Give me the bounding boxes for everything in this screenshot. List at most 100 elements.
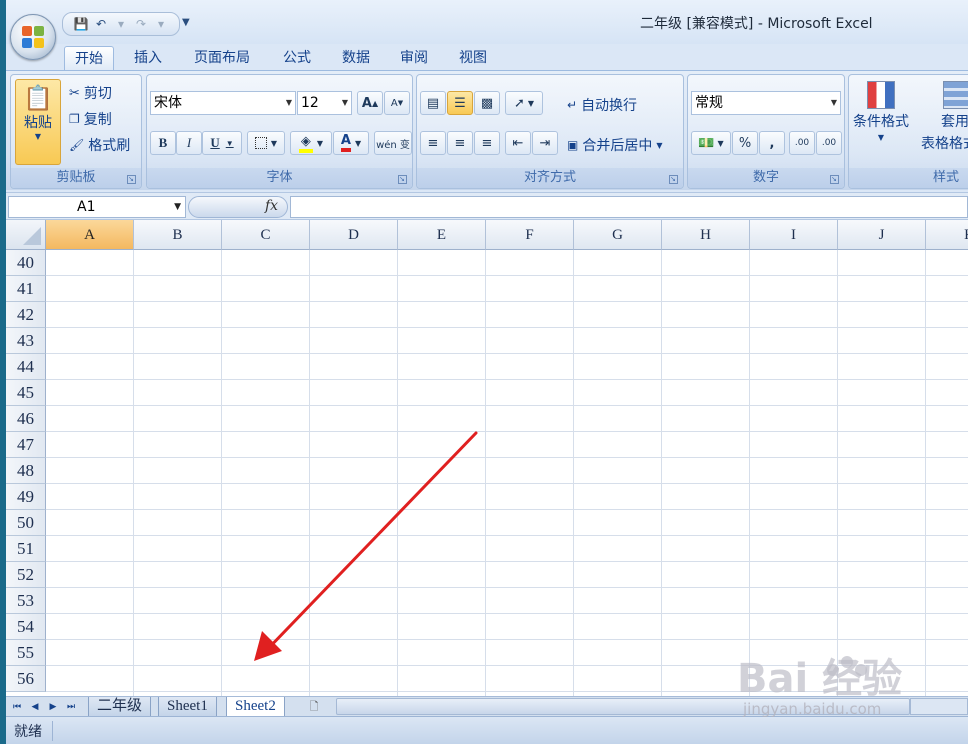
shrink-font-button[interactable]: A ▼ [384, 91, 410, 115]
tab-insert[interactable]: 插入 [124, 46, 172, 70]
merge-center-label: 合并后居中 [582, 138, 653, 154]
insert-function-icon[interactable]: fx [265, 198, 278, 214]
insert-sheet-icon[interactable]: 🗋 [302, 698, 326, 715]
row-header-45[interactable]: 45 [6, 380, 46, 406]
align-middle-icon: ☰ [454, 95, 466, 111]
font-color-button[interactable]: A ▼ [333, 131, 369, 155]
comma-button[interactable]: , [759, 131, 785, 155]
conditional-format-button[interactable]: 条件格式 ▼ [853, 81, 909, 142]
column-header-j[interactable]: J [838, 220, 926, 250]
align-bottom-button[interactable]: ▩ [474, 91, 500, 115]
save-icon[interactable]: 💾 [73, 16, 89, 32]
row-header-51[interactable]: 51 [6, 536, 46, 562]
prev-sheet-icon[interactable]: ◀ [28, 699, 42, 715]
align-center-button[interactable]: ≡ [447, 131, 473, 155]
office-button[interactable] [10, 14, 56, 60]
wrap-text-button[interactable]: ↵ 自动换行 [567, 95, 637, 115]
column-header-a[interactable]: A [46, 220, 134, 250]
column-header-d[interactable]: D [310, 220, 398, 250]
column-header-f[interactable]: F [486, 220, 574, 250]
font-name-combo[interactable]: 宋体 ▼ [150, 91, 296, 115]
first-sheet-icon[interactable]: ⏮ [10, 699, 24, 715]
select-all-button[interactable] [6, 220, 46, 250]
underline-icon: U [210, 135, 220, 150]
borders-button[interactable]: ▼ [247, 131, 285, 155]
format-painter-label: 格式刷 [88, 138, 131, 154]
tab-page-layout[interactable]: 页面布局 [184, 46, 260, 70]
row-header-48[interactable]: 48 [6, 458, 46, 484]
bold-button[interactable]: B [150, 131, 176, 155]
row-header-50[interactable]: 50 [6, 510, 46, 536]
row-header-54[interactable]: 54 [6, 614, 46, 640]
phonetic-button[interactable]: wén 变 [374, 131, 412, 155]
row-header-40[interactable]: 40 [6, 250, 46, 276]
row-header-55[interactable]: 55 [6, 640, 46, 666]
align-middle-button[interactable]: ☰ [447, 91, 473, 115]
paste-button[interactable]: 📋 粘贴 ▼ [15, 79, 61, 165]
percent-button[interactable]: % [732, 131, 758, 155]
orientation-button[interactable]: ➚ ▼ [505, 91, 543, 115]
formula-input[interactable] [290, 196, 968, 218]
customize-icon[interactable]: ▼ [182, 17, 190, 28]
column-header-k[interactable]: K [926, 220, 968, 250]
increase-indent-button[interactable]: ⇥ [532, 131, 558, 155]
italic-button[interactable]: I [176, 131, 202, 155]
increase-decimal-button[interactable]: .00 [789, 131, 815, 155]
align-right-button[interactable]: ≡ [474, 131, 500, 155]
copy-button[interactable]: ❐ 复制 [69, 109, 112, 129]
undo-dropdown-icon[interactable]: ▾ [113, 16, 129, 32]
decrease-decimal-button[interactable]: .00 [816, 131, 842, 155]
dialog-launcher-icon[interactable]: ↘ [830, 175, 839, 184]
sheet-tab-sheet1[interactable]: Sheet1 [158, 697, 217, 716]
column-header-e[interactable]: E [398, 220, 486, 250]
row-header-41[interactable]: 41 [6, 276, 46, 302]
align-top-button[interactable]: ▤ [420, 91, 446, 115]
row-header-46[interactable]: 46 [6, 406, 46, 432]
row-header-52[interactable]: 52 [6, 562, 46, 588]
tab-review[interactable]: 审阅 [390, 46, 438, 70]
sheet-tab-sheet2[interactable]: Sheet2 [226, 697, 285, 717]
column-header-i[interactable]: I [750, 220, 838, 250]
align-left-button[interactable]: ≡ [420, 131, 446, 155]
tab-data[interactable]: 数据 [332, 46, 380, 70]
formula-controls: fx [188, 196, 288, 218]
fill-color-button[interactable]: ◈ ▼ [290, 131, 332, 155]
dialog-launcher-icon[interactable]: ↘ [669, 175, 678, 184]
tab-view[interactable]: 视图 [449, 46, 497, 70]
name-box[interactable]: A1 ▼ [8, 196, 186, 218]
font-size-combo[interactable]: 12 ▼ [297, 91, 352, 115]
cut-button[interactable]: ✂ 剪切 [69, 83, 112, 103]
worksheet-grid[interactable]: ABCDEFGHIJK40414243444546474849505152535… [6, 220, 968, 696]
dialog-launcher-icon[interactable]: ↘ [398, 175, 407, 184]
next-sheet-icon[interactable]: ▶ [46, 699, 60, 715]
row-header-42[interactable]: 42 [6, 302, 46, 328]
column-header-h[interactable]: H [662, 220, 750, 250]
format-as-table-button[interactable]: 套用 表格格式 [921, 81, 968, 153]
dialog-launcher-icon[interactable]: ↘ [127, 175, 136, 184]
row-header-56[interactable]: 56 [6, 666, 46, 692]
tab-home[interactable]: 开始 [64, 46, 114, 70]
row-header-53[interactable]: 53 [6, 588, 46, 614]
number-format-combo[interactable]: 常规 ▼ [691, 91, 841, 115]
underline-button[interactable]: U ▼ [202, 131, 242, 155]
decrease-indent-button[interactable]: ⇤ [505, 131, 531, 155]
column-header-b[interactable]: B [134, 220, 222, 250]
column-header-c[interactable]: C [222, 220, 310, 250]
format-painter-button[interactable]: 🖌 格式刷 [69, 135, 130, 155]
clipboard-group: 📋 粘贴 ▼ ✂ 剪切 ❐ 复制 🖌 格式刷 剪贴板 ↘ [10, 74, 142, 189]
grow-font-button[interactable]: A ▲ [357, 91, 383, 115]
merge-center-button[interactable]: ▣ 合并后居中 ▼ [567, 135, 663, 155]
redo-icon[interactable]: ↷ [133, 16, 149, 32]
column-header-g[interactable]: G [574, 220, 662, 250]
row-header-49[interactable]: 49 [6, 484, 46, 510]
last-sheet-icon[interactable]: ⏭ [64, 699, 78, 715]
row-header-43[interactable]: 43 [6, 328, 46, 354]
sheet-tab-erniangji[interactable]: 二年级 [88, 697, 152, 716]
redo-dropdown-icon[interactable]: ▾ [153, 16, 169, 32]
row-header-44[interactable]: 44 [6, 354, 46, 380]
accounting-format-button[interactable]: 💵 ▼ [691, 131, 731, 155]
row-header-47[interactable]: 47 [6, 432, 46, 458]
gridline-horizontal [46, 509, 968, 510]
tab-formulas[interactable]: 公式 [273, 46, 321, 70]
undo-icon[interactable]: ↶ [93, 16, 109, 32]
